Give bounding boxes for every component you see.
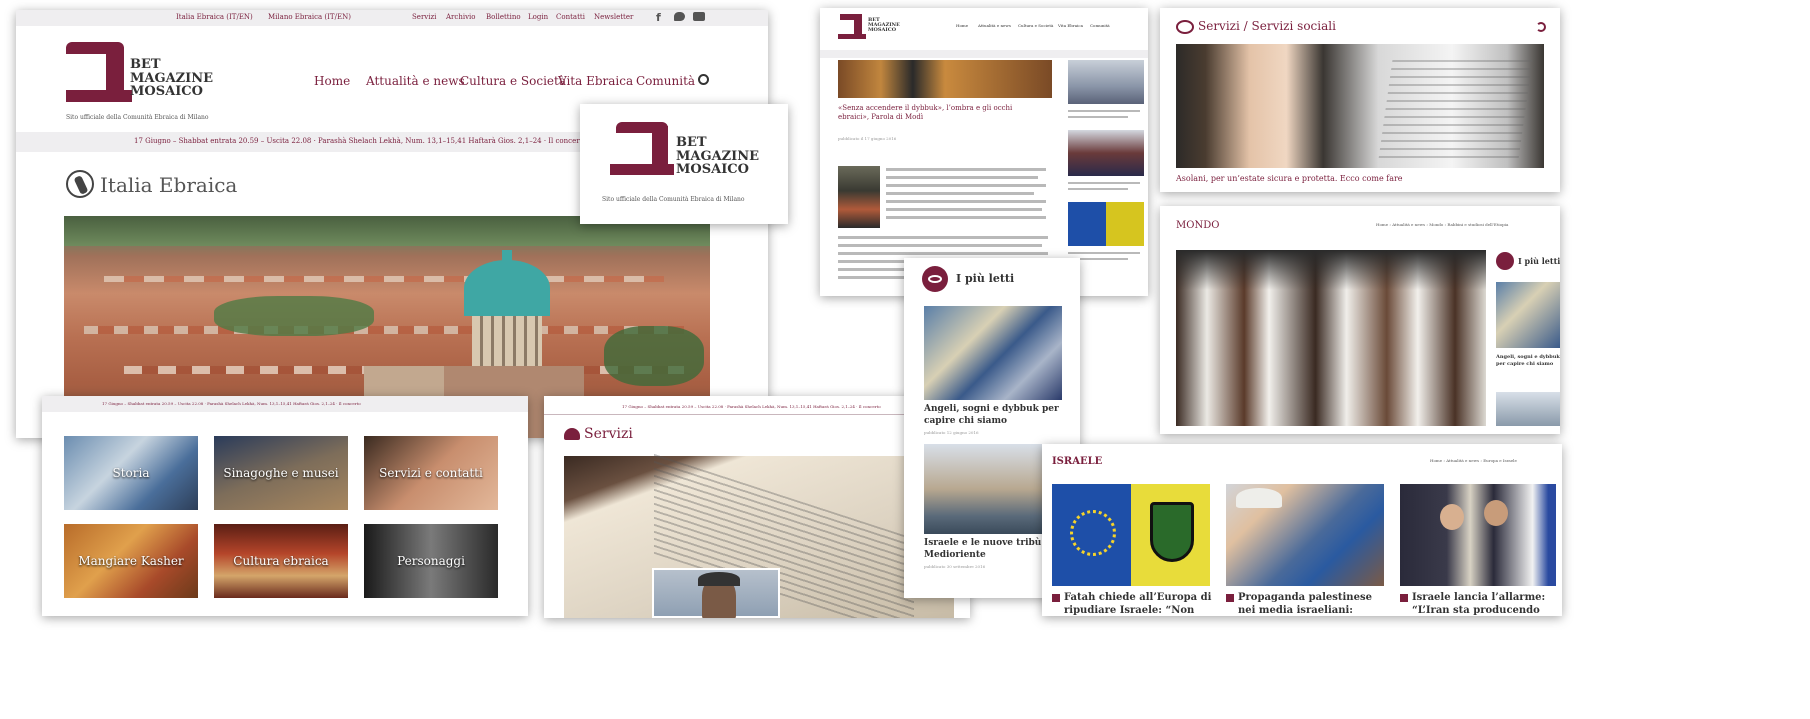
mondo-breadcrumb: Home › Attualità e news › Mondo › Rabbin… — [1376, 222, 1509, 227]
top-menu-login[interactable]: Login — [528, 13, 548, 21]
news-icon-3 — [1400, 594, 1408, 602]
italy-map-icon — [66, 170, 94, 198]
mini-logo-mosaico: MOSAICO — [868, 27, 897, 33]
tile-storia[interactable]: Storia — [64, 436, 198, 510]
tile-sinagoghe[interactable]: Sinagoghe e musei — [214, 436, 348, 510]
servizi-title: Servizi — [584, 426, 633, 442]
israele-item-1-title[interactable]: Fatah chiede all’Europa di ripudiare Isr… — [1064, 592, 1214, 616]
servizi-ticker: 17 Giugno – Shabbat entrata 20.59 – Usci… — [622, 404, 881, 409]
mondo-eye-icon — [1496, 252, 1514, 270]
article-hero-photo — [838, 60, 1052, 98]
mondo-sidebar-caption[interactable]: Angeli, sogni e dybbuk per capire chi si… — [1496, 354, 1560, 368]
nav-vita-ebraica[interactable]: Vita Ebraica — [558, 74, 633, 88]
logo-line-magazine: MAGAZINE — [130, 70, 214, 86]
closeup-logo-mosaico: MOSAICO — [676, 162, 749, 178]
tiles-ticker: 17 Giugno – Shabbat entrata 20.59 – Usci… — [102, 401, 361, 406]
side-photo-3 — [1068, 202, 1144, 246]
mini-nav-comunita[interactable]: Comunità — [1090, 23, 1110, 28]
closeup-logo-magazine: MAGAZINE — [676, 148, 760, 164]
most-read-item-1-title[interactable]: Angeli, sogni e dybbuk per capire chi si… — [924, 404, 1064, 427]
eu-fatah-flags-photo[interactable] — [1052, 484, 1210, 586]
angels-painting-photo[interactable] — [924, 306, 1062, 400]
portrait-inset-photo — [652, 568, 780, 618]
israele-breadcrumb: Home › Attualità e news › Europa e Israe… — [1430, 458, 1517, 463]
tile-servizi[interactable]: Servizi e contatti — [364, 436, 498, 510]
nav-cultura[interactable]: Cultura e Società — [460, 74, 566, 88]
nav-attualita[interactable]: Attualità e news — [366, 74, 465, 88]
israele-item-2-title[interactable]: Propaganda palestinese nei media israeli… — [1238, 592, 1388, 616]
modigliani-portrait — [838, 166, 880, 228]
ethiopian-prayer-photo — [1176, 250, 1486, 426]
screenshot-israele: ISRAELE Home › Attualità e news › Europa… — [1042, 444, 1562, 616]
bet-icon-sociali — [1176, 20, 1194, 34]
mini-nav-attualita[interactable]: Attualità e news — [978, 23, 1011, 28]
eye-icon — [922, 266, 948, 292]
ticker-text: 17 Giugno – Shabbat entrata 20.59 – Usci… — [134, 137, 587, 145]
logo-line-bet: BET — [130, 57, 161, 72]
side-photo-2 — [1068, 130, 1144, 176]
logo-subtitle: Sito ufficiale della Comunità Ebraica di… — [66, 114, 209, 121]
screenshot-category-tiles: 17 Giugno – Shabbat entrata 20.59 – Usci… — [42, 396, 528, 616]
top-menu-bollettino[interactable]: Bollettino — [486, 13, 521, 21]
israele-item-3-title[interactable]: Israele lancia l’allarme: “L’Iran sta pr… — [1412, 592, 1558, 616]
facebook-icon[interactable]: f — [656, 11, 661, 24]
screenshot-article: BET MAGAZINE MOSAICO Home Attualità e ne… — [820, 8, 1148, 296]
refresh-icon[interactable] — [1536, 22, 1546, 32]
news-icon-1 — [1052, 594, 1060, 602]
page-title: Italia Ebraica — [100, 173, 238, 197]
mondo-sidebar-title: I più letti — [1518, 256, 1560, 266]
search-icon[interactable] — [698, 74, 709, 85]
nav-home[interactable]: Home — [314, 74, 350, 88]
most-read-item-1-date: pubblicato 12 giugno 2016 — [924, 430, 979, 435]
mini-nav-cultura[interactable]: Cultura e Società — [1018, 23, 1053, 28]
most-read-item-2-date: pubblicato 30 settembre 2016 — [924, 564, 986, 569]
mini-nav-vita[interactable]: Vita Ebraica — [1058, 23, 1083, 28]
screenshot-servizi-sociali: Servizi / Servizi sociali Asolani, per u… — [1160, 8, 1560, 192]
mondo-title: MONDO — [1176, 220, 1220, 231]
top-menu-newsletter[interactable]: Newsletter — [594, 13, 633, 21]
mini-nav-home[interactable]: Home — [956, 23, 968, 28]
mondo-sidebar-photo — [1496, 282, 1560, 348]
screenshot-italia-ebraica: Italia Ebraica (IT/EN) Milano Ebraica (I… — [16, 10, 768, 438]
tile-kasher[interactable]: Mangiare Kasher — [64, 524, 198, 598]
twitter-icon[interactable] — [674, 12, 685, 21]
israele-title: ISRAELE — [1052, 456, 1103, 467]
most-read-title: I più letti — [956, 272, 1015, 285]
tile-cultura[interactable]: Cultura ebraica — [214, 524, 348, 598]
side-photo-1 — [1068, 60, 1144, 104]
article-meta: pubblicato il 17 giugno 2016 — [838, 136, 897, 141]
top-menu-servizi[interactable]: Servizi — [412, 13, 436, 21]
nav-comunita[interactable]: Comunità — [636, 74, 695, 88]
closeup-logo-bet: BET — [676, 135, 707, 150]
site-logo[interactable]: BET MAGAZINE MOSAICO — [66, 38, 213, 108]
logo-line-mosaico: MOSAICO — [130, 84, 203, 100]
top-menu-contatti[interactable]: Contatti — [556, 13, 585, 21]
closeup-logo-subtitle: Sito ufficiale della Comunità Ebraica di… — [602, 196, 745, 203]
milano-ebraica-top-link[interactable]: Milano Ebraica (IT/EN) — [268, 13, 351, 21]
propaganda-photo[interactable] — [1226, 484, 1384, 586]
article-headline[interactable]: «Senza accendere il dybbuk», l’ombra e g… — [838, 104, 1038, 122]
servizi-sociali-caption[interactable]: Asolani, per un’estate sicura e protetta… — [1176, 174, 1403, 183]
bet-small-icon — [564, 428, 580, 440]
mondo-sidebar-photo-2 — [1496, 392, 1560, 426]
child-book-photo — [1176, 44, 1544, 168]
screenshot-mondo: MONDO Home › Attualità e news › Mondo › … — [1160, 206, 1560, 434]
top-menu-archivio[interactable]: Archivio — [446, 13, 475, 21]
israel-iran-photo[interactable] — [1400, 484, 1556, 586]
italia-ebraica-top-link[interactable]: Italia Ebraica (IT/EN) — [176, 13, 253, 21]
tile-personaggi[interactable]: Personaggi — [364, 524, 498, 598]
news-icon-2 — [1226, 594, 1234, 602]
youtube-icon[interactable] — [693, 12, 705, 21]
logo-closeup: BET MAGAZINE MOSAICO Sito ufficiale dell… — [580, 104, 788, 224]
servizi-sociali-title: Servizi / Servizi sociali — [1198, 19, 1336, 33]
